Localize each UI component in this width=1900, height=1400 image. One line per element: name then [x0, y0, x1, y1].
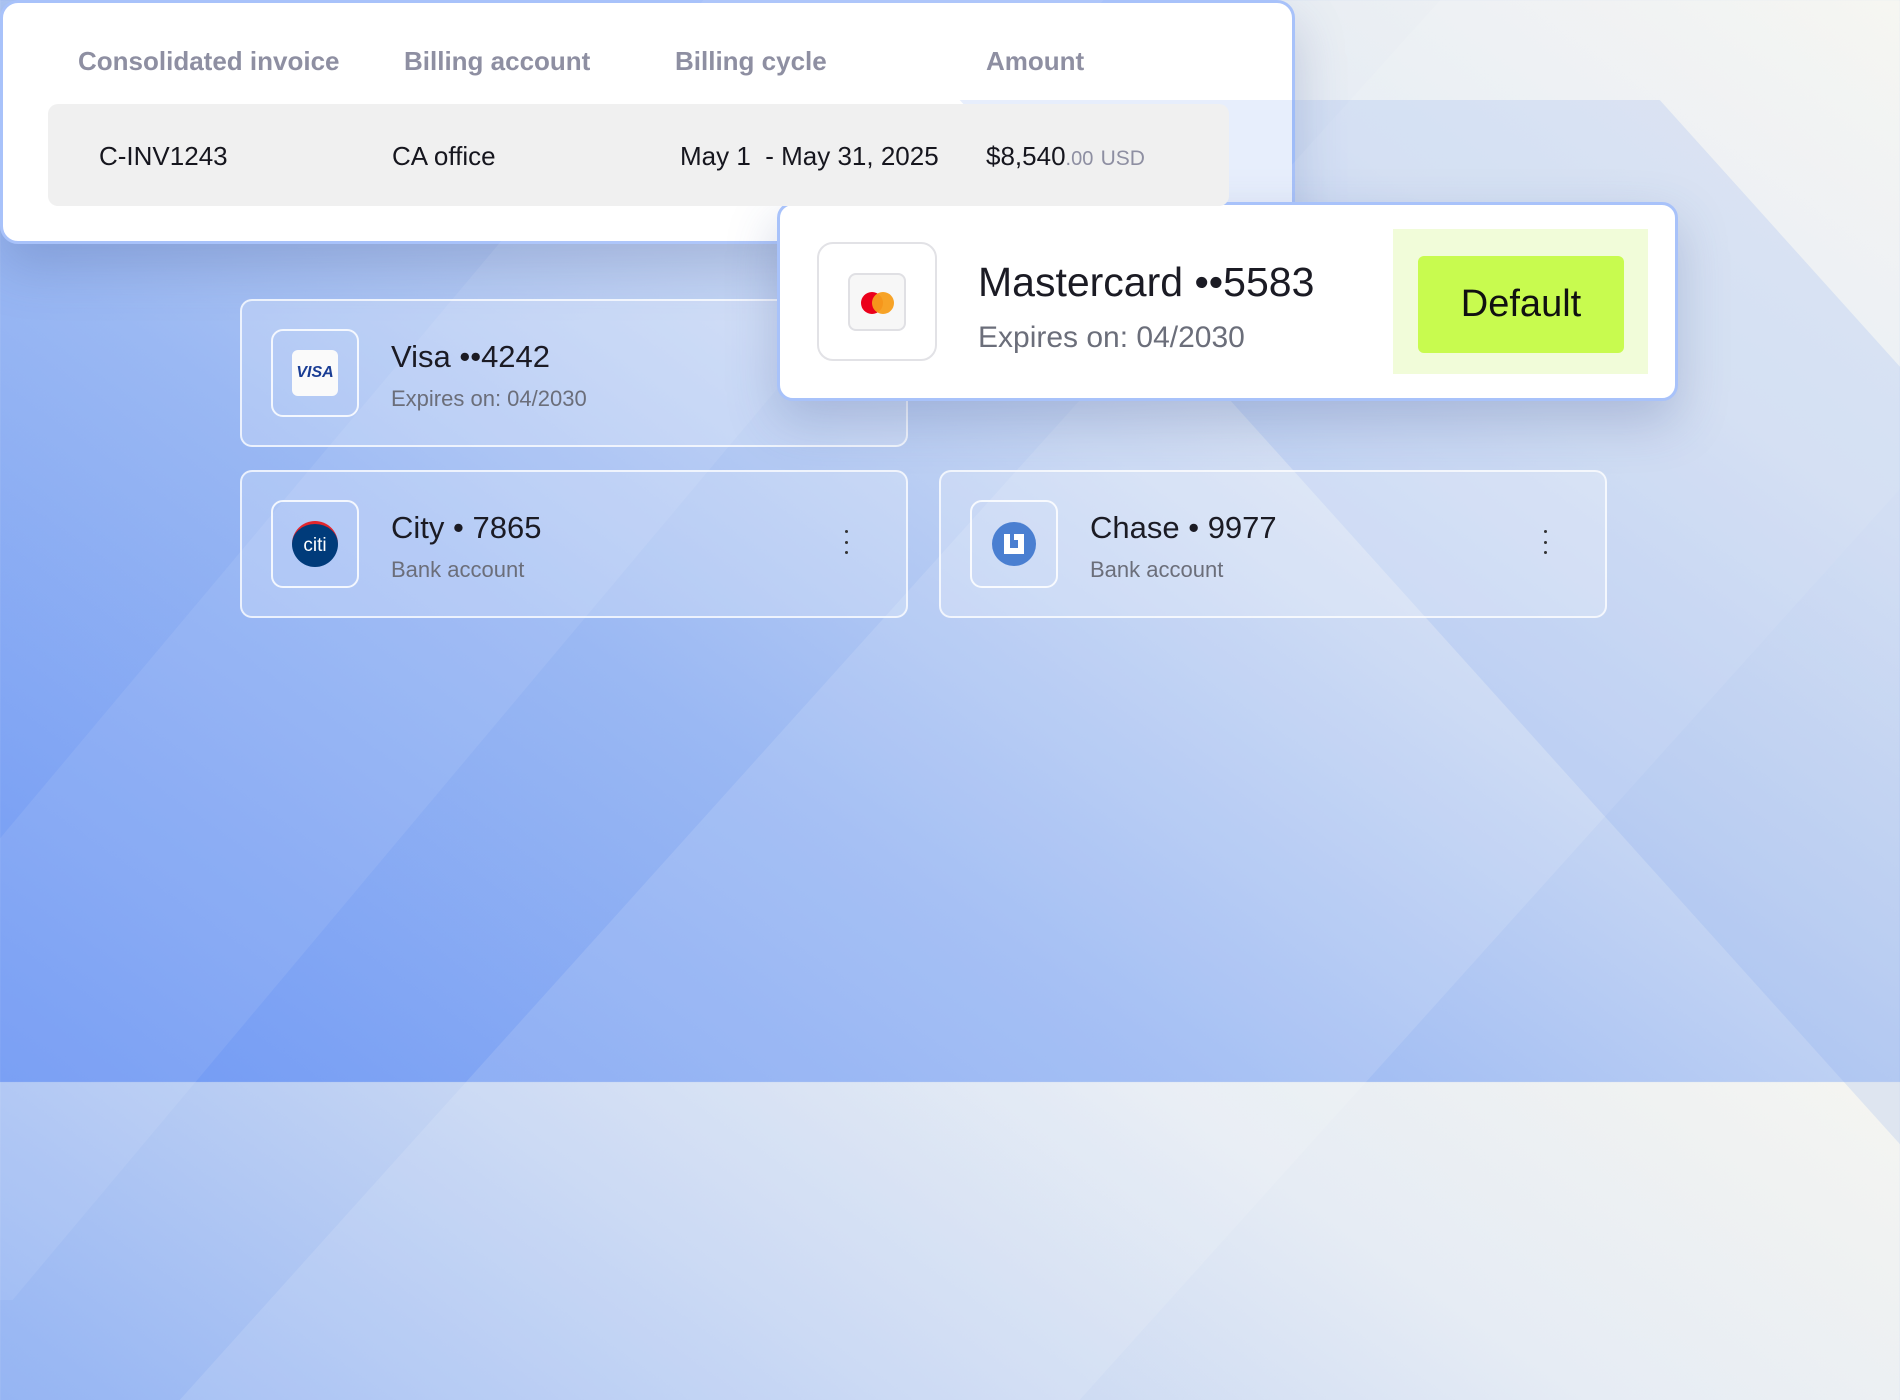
amount-value: $8,540: [986, 141, 1066, 171]
bank-type: Bank account: [1090, 557, 1224, 582]
mastercard-logo-icon: [817, 242, 937, 361]
default-highlight: Default: [1393, 229, 1648, 374]
chase-bank-card[interactable]: Chase • 9977 Bank account: [939, 470, 1607, 618]
header-consolidated-invoice: Consolidated invoice: [78, 46, 340, 76]
mastercard-card[interactable]: Mastercard ••5583 Expires on: 04/2030 De…: [777, 202, 1678, 401]
card-name: Visa ••4242: [391, 339, 551, 374]
chase-logo-icon: [970, 500, 1058, 588]
header-billing-account: Billing account: [404, 46, 591, 76]
invoice-id: C-INV1243: [99, 141, 228, 171]
citi-logo-icon: citi: [271, 500, 359, 588]
header-billing-cycle: Billing cycle: [675, 46, 827, 76]
amount-cents: .00: [1065, 148, 1094, 170]
bank-name: City • 7865: [391, 510, 542, 545]
billing-cycle: May 1 - May 31, 2025: [680, 141, 939, 171]
more-options-icon[interactable]: [840, 530, 852, 554]
card-expiry: Expires on: 04/2030: [978, 321, 1245, 354]
card-name: Mastercard ••5583: [978, 259, 1315, 305]
header-amount: Amount: [986, 46, 1085, 76]
default-badge[interactable]: Default: [1418, 256, 1624, 353]
amount-currency: USD: [1100, 147, 1145, 170]
bank-type: Bank account: [391, 557, 525, 582]
amount: $8,540.00 USD: [986, 141, 1145, 172]
table-row[interactable]: C-INV1243 CA office May 1 - May 31, 2025…: [48, 104, 1229, 206]
bank-name: Chase • 9977: [1090, 510, 1277, 545]
more-options-icon[interactable]: [1539, 530, 1551, 554]
citi-bank-card[interactable]: citi City • 7865 Bank account: [240, 470, 908, 618]
card-expiry: Expires on: 04/2030: [391, 386, 587, 411]
visa-logo-icon: VISA: [271, 329, 359, 417]
billing-account: CA office: [392, 141, 496, 171]
